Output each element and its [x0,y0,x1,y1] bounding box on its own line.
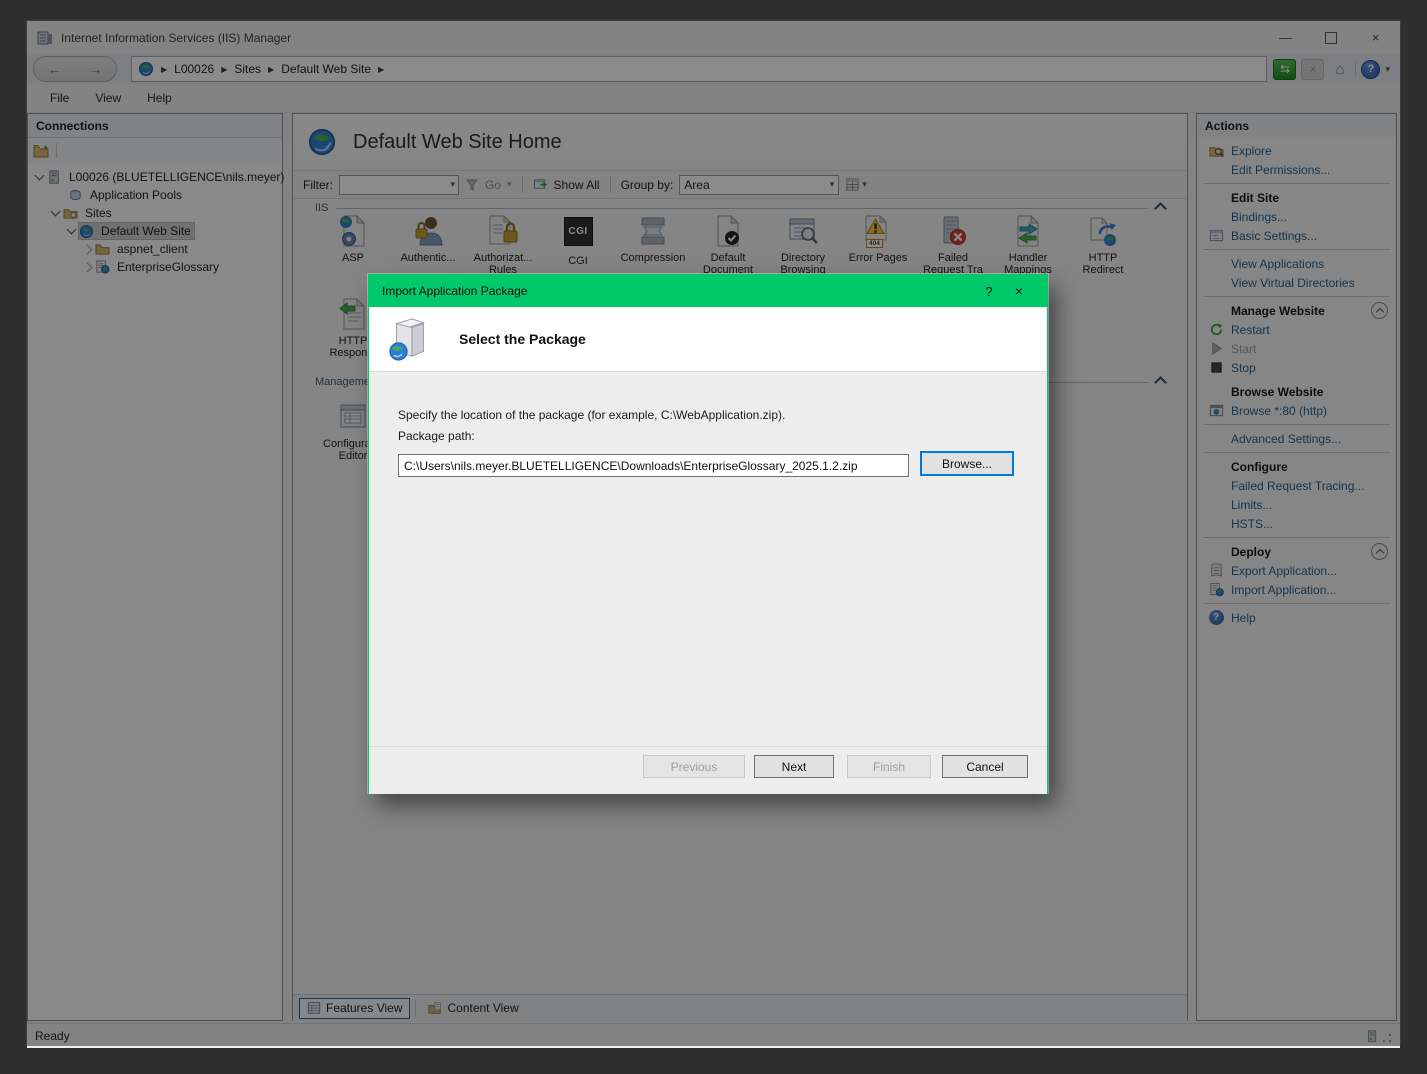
cancel-button[interactable]: Cancel [942,755,1028,778]
import-application-package-dialog: Import Application Package ? × Select th… [368,274,1048,793]
package-icon [387,315,433,363]
dialog-titlebar[interactable]: Import Application Package ? × [369,275,1047,307]
browse-button[interactable]: Browse... [920,451,1014,476]
next-button[interactable]: Next [754,755,834,778]
package-path-input[interactable] [398,454,909,477]
dialog-help-button[interactable]: ? [974,284,1004,299]
dialog-heading: Select the Package [459,331,586,347]
dialog-body: Specify the location of the package (for… [369,372,1047,746]
dialog-footer: Previous Next Finish Cancel [369,746,1047,794]
previous-button[interactable]: Previous [643,755,745,778]
desktop: Internet Information Services (IIS) Mana… [0,0,1427,1074]
instruction-text: Specify the location of the package (for… [398,408,785,422]
dialog-title: Import Application Package [382,284,974,298]
dialog-close-button[interactable]: × [1004,283,1034,299]
path-label: Package path: [398,429,475,443]
finish-button[interactable]: Finish [847,755,931,778]
dialog-header: Select the Package [369,307,1047,372]
